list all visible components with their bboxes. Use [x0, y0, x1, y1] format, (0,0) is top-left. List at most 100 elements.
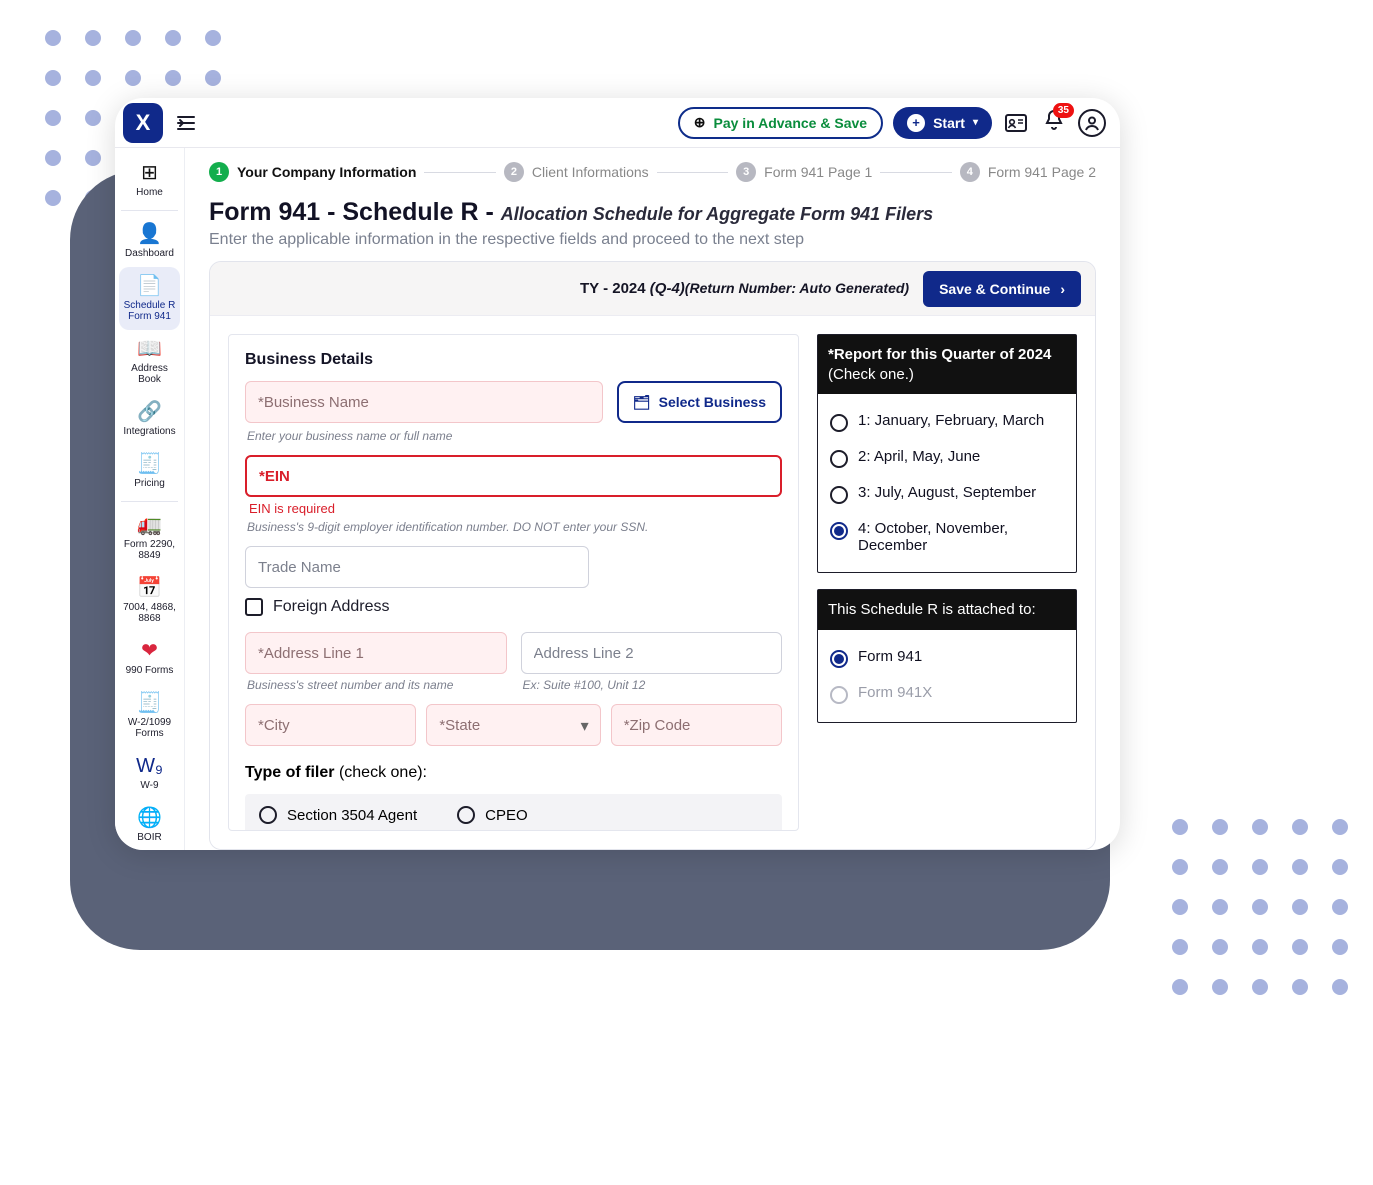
sidebar-item-label: W-9	[140, 780, 158, 791]
decorative-dots-bottom	[1172, 819, 1348, 995]
radio-icon	[830, 414, 848, 432]
quarter-option-4[interactable]: 4: October, November, December	[828, 512, 1066, 562]
sidebar-item-dashboard[interactable]: 👤Dashboard	[115, 215, 184, 267]
sidebar-item-label: 990 Forms	[126, 665, 174, 676]
radio-icon	[259, 806, 277, 824]
checkbox-icon	[245, 598, 263, 616]
document-icon: 📄	[137, 275, 162, 297]
sidebar-item-label: Integrations	[123, 426, 175, 437]
sidebar-item-integrations[interactable]: 🔗 Integrations	[115, 393, 184, 445]
radio-icon	[830, 686, 848, 704]
sidebar: ⊞Home 👤Dashboard 📄 Schedule R Form 941 📖 A…	[115, 148, 185, 850]
section-title: Business Details	[245, 351, 782, 369]
filer-option-3504[interactable]: Section 3504 Agent	[259, 806, 417, 824]
ein-input[interactable]	[245, 455, 782, 497]
step-label: Client Informations	[532, 164, 649, 180]
step-label: Your Company Information	[237, 164, 416, 180]
sidebar-item-7004[interactable]: 📅 7004, 4868, 8868	[115, 569, 184, 632]
plus-icon: +	[907, 114, 925, 132]
checkbox-label: Foreign Address	[273, 598, 390, 616]
filer-type-title: Type of filer (check one):	[245, 764, 782, 782]
w9-icon: W₉	[136, 755, 163, 777]
sidebar-item-w9[interactable]: W₉ W-9	[115, 747, 184, 799]
attached-to-panel: This Schedule R is attached to: Form 941…	[817, 589, 1077, 723]
foreign-address-checkbox[interactable]: Foreign Address	[245, 598, 782, 616]
select-business-button[interactable]: 🗂 Select Business	[617, 381, 782, 423]
main-content: 1Your Company Information 2Client Inform…	[185, 148, 1120, 850]
sidebar-item-label: Schedule R Form 941	[123, 300, 176, 322]
save-continue-button[interactable]: Save & Continue ›	[923, 271, 1081, 307]
sidebar-item-pricing[interactable]: 🧾 Pricing	[115, 445, 184, 497]
sidebar-item-form-2290[interactable]: 🚛Form 2290, 8849	[115, 506, 184, 569]
sidebar-item-label: Pricing	[134, 478, 165, 489]
id-card-icon[interactable]	[1002, 109, 1030, 137]
form-header-bar: TY - 2024 (Q-4)(Return Number: Auto Gene…	[210, 262, 1095, 316]
step-label: Form 941 Page 1	[764, 164, 872, 180]
pay-in-advance-button[interactable]: ⊕ Pay in Advance & Save	[678, 107, 883, 139]
notifications-button[interactable]: 35	[1040, 109, 1068, 137]
ein-error-text: EIN is required	[249, 501, 782, 516]
sidebar-toggle-icon[interactable]	[173, 110, 199, 136]
truck-icon: 🚛	[137, 514, 162, 536]
step-label: Form 941 Page 2	[988, 164, 1096, 180]
sidebar-item-990-forms[interactable]: ❤ 990 Forms	[115, 632, 184, 684]
pay-label: Pay in Advance & Save	[714, 115, 868, 131]
radio-icon	[830, 486, 848, 504]
link-icon: 🔗	[137, 401, 162, 423]
chevron-right-icon: ›	[1060, 281, 1065, 297]
address-line-2-input[interactable]	[521, 632, 783, 674]
city-input[interactable]	[245, 704, 416, 746]
price-tag-icon: 🧾	[137, 453, 162, 475]
quarter-option-3[interactable]: 3: July, August, September	[828, 476, 1066, 512]
step-2[interactable]: 2Client Informations	[504, 162, 649, 182]
filer-option-cpeo[interactable]: CPEO	[457, 806, 528, 824]
radio-icon	[457, 806, 475, 824]
radio-icon	[830, 522, 848, 540]
step-progress: 1Your Company Information 2Client Inform…	[209, 162, 1096, 182]
app-window: X ⊕ Pay in Advance & Save + Start ▾ 35	[115, 98, 1120, 850]
sidebar-item-label: Dashboard	[125, 248, 174, 259]
account-button[interactable]	[1078, 109, 1106, 137]
addr2-hint: Ex: Suite #100, Unit 12	[523, 678, 783, 692]
user-icon	[1078, 109, 1106, 137]
attach-option-941[interactable]: Form 941	[828, 640, 1066, 676]
radio-icon	[830, 650, 848, 668]
step-1[interactable]: 1Your Company Information	[209, 162, 416, 182]
sidebar-item-address-book[interactable]: 📖 Address Book	[115, 330, 184, 393]
ein-hint: Business's 9-digit employer identificati…	[247, 520, 782, 534]
step-4[interactable]: 4Form 941 Page 2	[960, 162, 1096, 182]
book-icon: 📖	[137, 338, 162, 360]
business-name-hint: Enter your business name or full name	[247, 429, 782, 443]
grid-icon: ⊞	[141, 162, 158, 184]
sidebar-item-label: BOIR	[137, 832, 161, 843]
form-shell: TY - 2024 (Q-4)(Return Number: Auto Gene…	[209, 261, 1096, 850]
quarter-option-2[interactable]: 2: April, May, June	[828, 440, 1066, 476]
business-name-input[interactable]	[245, 381, 603, 423]
quarter-option-1[interactable]: 1: January, February, March	[828, 404, 1066, 440]
top-bar: X ⊕ Pay in Advance & Save + Start ▾ 35	[115, 98, 1120, 148]
notification-count-badge: 35	[1053, 103, 1074, 118]
addr1-hint: Business's street number and its name	[247, 678, 507, 692]
state-select[interactable]	[426, 704, 600, 746]
sidebar-item-w2-1099[interactable]: 🧾W-2/1099 Forms	[115, 684, 184, 747]
sidebar-item-boir[interactable]: 🌐 BOIR	[115, 799, 184, 850]
zip-input[interactable]	[611, 704, 782, 746]
heart-icon: ❤	[141, 640, 158, 662]
step-3[interactable]: 3Form 941 Page 1	[736, 162, 872, 182]
address-line-1-input[interactable]	[245, 632, 507, 674]
sidebar-item-label: Address Book	[119, 363, 180, 385]
forms-icon: 🧾	[137, 692, 162, 714]
attached-panel-title: This Schedule R is attached to:	[818, 590, 1076, 630]
app-logo[interactable]: X	[123, 103, 163, 143]
calendar-icon: 📅	[137, 577, 162, 599]
sidebar-item-home[interactable]: ⊞Home	[115, 154, 184, 206]
attach-option-941x: Form 941X	[828, 676, 1066, 712]
chevron-down-icon: ▾	[973, 117, 978, 128]
tax-year-quarter: TY - 2024 (Q-4)(Return Number: Auto Gene…	[580, 280, 909, 297]
start-button[interactable]: + Start ▾	[893, 107, 992, 139]
globe-icon: 🌐	[137, 807, 162, 829]
search-doc-icon: 🗂	[633, 394, 651, 411]
sidebar-item-schedule-r[interactable]: 📄 Schedule R Form 941	[119, 267, 180, 330]
sidebar-item-label: 7004, 4868, 8868	[119, 602, 180, 624]
trade-name-input[interactable]	[245, 546, 589, 588]
